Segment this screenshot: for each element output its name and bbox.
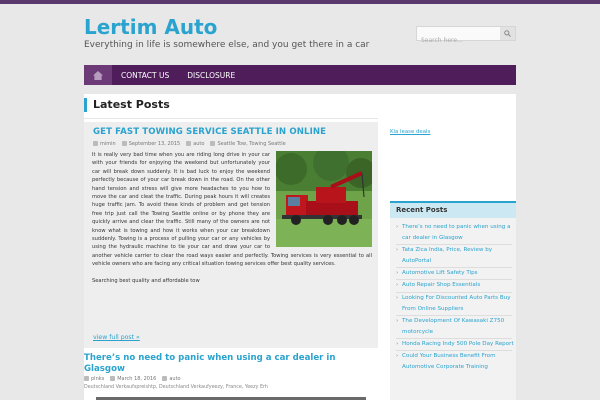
post-tags[interactable]: Deutschland Verkaufspreishtp, Deutschlan… — [84, 385, 268, 390]
post-meta: mimin September 13, 2015 auto Seattle To… — [93, 141, 286, 147]
recent-post-link[interactable]: Looking For Discounted Auto Parts Buy — [396, 291, 512, 304]
search-box — [416, 26, 516, 47]
recent-post-link[interactable]: Tata Zica India, Price, Review by — [396, 244, 512, 256]
main-nav: CONTACT US DISCLOSURE — [84, 65, 516, 85]
post-date: March 18, 2016 — [110, 376, 156, 382]
post-category[interactable]: auto — [162, 376, 181, 382]
sidebar-link[interactable]: Kia lease deals — [390, 129, 430, 135]
post-author[interactable]: plnks — [84, 376, 104, 382]
recent-post-link[interactable]: Could Your Business Benefit From — [396, 350, 512, 362]
tag-icon — [210, 141, 216, 146]
widget-title: Recent Posts — [390, 201, 516, 218]
user-icon — [84, 376, 89, 381]
nav-home-button[interactable] — [84, 65, 112, 85]
view-full-post-link[interactable]: view full post » — [93, 334, 140, 341]
post-date: September 13, 2015 — [121, 141, 180, 147]
post-excerpt: It is really very bad time when you are … — [92, 151, 372, 293]
post-meta: plnks March 18, 2016 auto — [84, 376, 181, 382]
recent-post-link-cont[interactable]: From Online Suppliers — [396, 304, 512, 315]
section-divider — [84, 118, 378, 119]
search-button[interactable] — [500, 27, 515, 40]
post-card: GET FAST TOWING SERVICE SEATTLE IN ONLIN… — [84, 122, 378, 348]
nav-item-contact[interactable]: CONTACT US — [112, 65, 178, 85]
calendar-icon — [110, 376, 116, 381]
recent-post-link[interactable]: The Development Of Kawasaki Z750 — [396, 314, 512, 327]
folder-icon — [162, 376, 168, 381]
folder-icon — [186, 141, 192, 146]
recent-post-link-cont[interactable]: AutoPortal — [396, 256, 512, 267]
search-input[interactable] — [417, 34, 499, 47]
search-icon — [504, 30, 511, 37]
recent-post-link-cont[interactable]: car dealer in Glasgow — [396, 233, 512, 244]
section-title: Latest Posts — [84, 98, 170, 112]
recent-posts-widget: Recent Posts There’s no need to panic wh… — [390, 201, 516, 400]
top-bar — [0, 0, 600, 4]
recent-post-link[interactable]: There’s no need to panic when using a — [396, 222, 512, 233]
recent-post-link-cont[interactable]: motorcycle — [396, 327, 512, 338]
site-tagline: Everything in life is somewhere else, an… — [84, 40, 370, 50]
user-icon — [93, 141, 98, 146]
post-title[interactable]: There’s no need to panic when using a ca… — [84, 353, 354, 374]
nav-item-disclosure[interactable]: DISCLOSURE — [178, 65, 244, 85]
post-tags[interactable]: Seattle Tow, Towing Seattle — [210, 141, 286, 147]
content-area: Latest Posts GET FAST TOWING SERVICE SEA… — [84, 94, 516, 400]
recent-posts-list: There’s no need to panic when using a ca… — [390, 218, 516, 373]
recent-post-link-cont[interactable]: Automotive Corporate Training — [396, 362, 512, 373]
post-title[interactable]: GET FAST TOWING SERVICE SEATTLE IN ONLIN… — [93, 127, 326, 137]
site-title[interactable]: Lertim Auto — [84, 15, 217, 39]
post-category[interactable]: auto — [186, 141, 204, 147]
post-author[interactable]: mimin — [93, 141, 116, 147]
calendar-icon — [121, 141, 127, 146]
tow-truck-image[interactable] — [276, 151, 372, 247]
recent-post-link[interactable]: Automotive Lift Safety Tips — [396, 267, 512, 280]
post-body-2: Searching best quality and affordable to… — [92, 277, 200, 284]
recent-post-link[interactable]: Auto Repair Shop Essentials — [396, 279, 512, 292]
recent-post-link[interactable]: Honda Racing Indy 500 Pole Day Report — [396, 337, 514, 350]
home-icon — [93, 70, 103, 80]
